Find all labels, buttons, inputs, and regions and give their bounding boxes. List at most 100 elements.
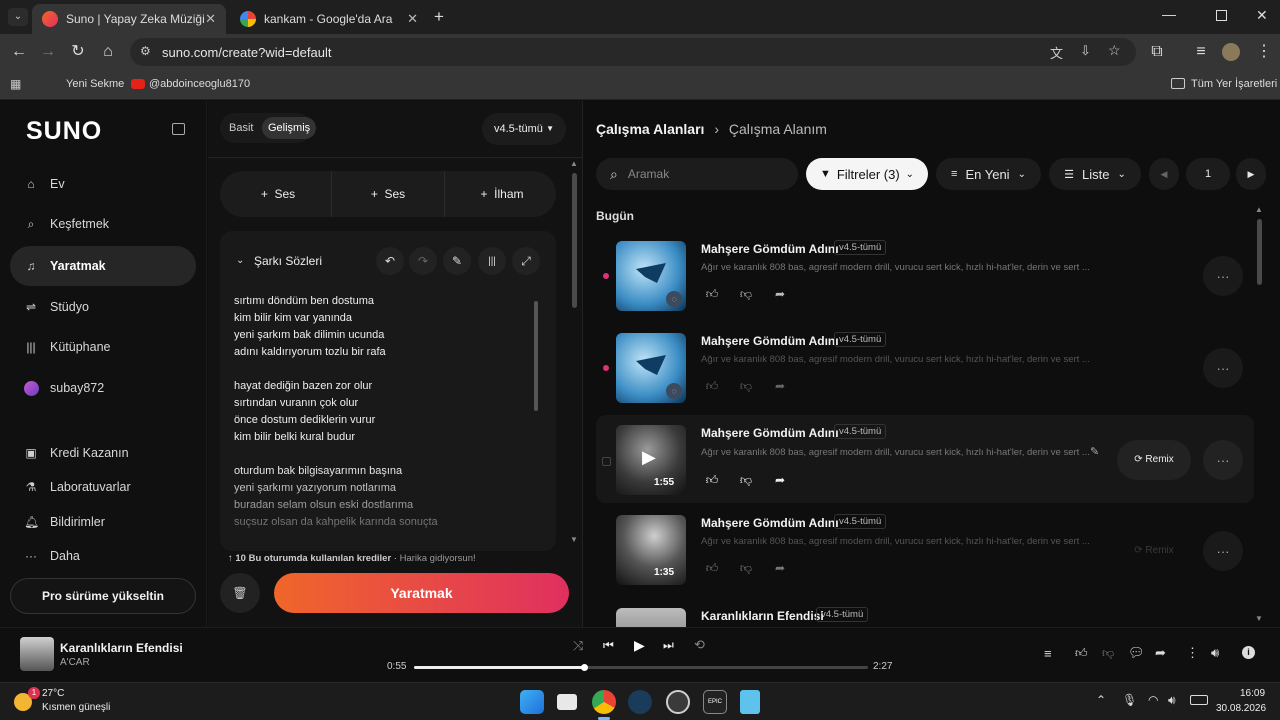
more-options-button[interactable]: ··· [1203, 348, 1243, 388]
song-row[interactable]: ▶ 1:55 Mahşere Gömdüm Adını v4.5-tümü Ağ… [596, 415, 1254, 503]
steam-icon[interactable] [628, 690, 652, 714]
share-icon[interactable]: ➦ [769, 561, 791, 576]
song-row[interactable]: 1:35 Mahşere Gömdüm Adını v4.5-tümü Ağır… [596, 511, 1254, 599]
profile-avatar[interactable] [1222, 43, 1240, 61]
now-playing-cover[interactable] [20, 637, 54, 671]
chrome-icon[interactable] [592, 690, 616, 714]
model-select[interactable]: v4.5-tümü ▼ [482, 113, 566, 145]
remix-button[interactable]: ⟳ Remix [1117, 440, 1191, 480]
scroll-down-icon[interactable]: ▼ [1255, 614, 1263, 623]
edit-icon[interactable]: ✎ [443, 247, 471, 275]
new-tab-button[interactable]: + [434, 7, 444, 27]
clock-time[interactable]: 16:09 [1240, 688, 1265, 699]
mode-advanced-button[interactable]: Gelişmiş [262, 117, 317, 139]
song-title[interactable]: Mahşere Gömdüm Adını [701, 242, 839, 256]
collapse-sidebar-icon[interactable] [172, 123, 185, 135]
forward-icon[interactable]: → [38, 42, 58, 62]
next-page-button[interactable]: ▶ [1236, 158, 1266, 190]
song-cover[interactable]: ◌ [616, 333, 686, 403]
song-cover[interactable] [616, 608, 686, 627]
comment-icon[interactable]: 💬︎ [1128, 645, 1145, 661]
microphone-icon[interactable]: 🎙︎ [1122, 693, 1137, 707]
sidebar-item-library[interactable]: ||| Kütüphane [10, 327, 196, 367]
dislike-icon[interactable]: 👎︎ [735, 379, 757, 394]
like-icon[interactable]: 👍︎ [1075, 646, 1088, 661]
sidebar-item-profile[interactable]: subay872 [10, 368, 196, 408]
song-cover[interactable]: ◌ [616, 241, 686, 311]
inspiration-button[interactable]: + İlham [452, 179, 552, 209]
minimize-icon[interactable]: — [1162, 6, 1176, 22]
bookmark-new-tab[interactable]: Yeni Sekme [66, 78, 124, 90]
more-options-button[interactable]: ··· [1203, 440, 1243, 480]
dislike-icon[interactable]: 👎︎ [1102, 646, 1114, 661]
suno-logo[interactable]: SUNO [26, 117, 102, 146]
sidebar-item-create[interactable]: ♫ Yaratmak [10, 246, 196, 286]
more-icon[interactable]: ⋮ [1186, 645, 1199, 661]
install-icon[interactable]: ⇩ [1080, 43, 1091, 59]
close-tab-icon[interactable]: ✕ [407, 11, 418, 27]
song-title[interactable]: Mahşere Gömdüm Adını [701, 426, 839, 440]
back-icon[interactable]: ← [9, 42, 29, 62]
dislike-icon[interactable]: 👎︎ [735, 561, 757, 576]
expand-icon[interactable]: ⤢ [512, 247, 540, 275]
apps-grid-icon[interactable]: ▦ [10, 77, 21, 91]
prev-page-button[interactable]: ◀ [1149, 158, 1179, 190]
battery-icon[interactable] [1190, 695, 1208, 705]
extensions-icon[interactable]: ⧉ [1147, 42, 1167, 62]
like-icon[interactable]: 👍︎ [701, 379, 723, 394]
shuffle-icon[interactable]: ⤨ [573, 638, 583, 654]
address-bar[interactable]: ⚙ suno.com/create?wid=default 文 ⇩ ☆ [130, 38, 1136, 66]
sidebar-item-labs[interactable]: ⚗ Laboratuvarlar [10, 467, 196, 507]
info-icon[interactable]: i [1242, 646, 1255, 659]
undo-icon[interactable]: ↶ [376, 247, 404, 275]
song-row[interactable]: Karanlıkların Efendisi v4.5-tümü [596, 604, 1254, 627]
task-view-icon[interactable] [557, 694, 577, 710]
add-audio-button[interactable]: + Ses [228, 179, 328, 209]
upgrade-button[interactable]: Pro sürüme yükseltin [10, 578, 196, 614]
library-icon[interactable]: ||| [478, 247, 506, 275]
song-cover[interactable]: ▶ 1:55 [616, 425, 686, 495]
add-voice-button[interactable]: + Ses [338, 179, 438, 209]
close-window-icon[interactable]: ✕ [1256, 7, 1268, 24]
dislike-icon[interactable]: 👎︎ [735, 287, 757, 302]
more-options-button[interactable]: ··· [1203, 256, 1243, 296]
home-icon[interactable]: ⌂ [98, 42, 118, 62]
all-bookmarks[interactable]: Tüm Yer İşaretleri [1191, 78, 1277, 90]
reload-icon[interactable]: ↻ [68, 42, 88, 62]
repeat-icon[interactable]: ⟲ [694, 637, 705, 653]
play-icon[interactable]: ▶ [634, 637, 645, 654]
site-info-icon[interactable]: ⚙ [140, 44, 151, 58]
weather-widget[interactable]: 1 27°C Kısmen güneşli [6, 687, 126, 717]
game-app-icon[interactable] [666, 690, 690, 714]
bookmark-channel[interactable]: @abdoinceoglu8170 [149, 78, 250, 90]
page-number[interactable]: 1 [1186, 158, 1230, 190]
tab-suno[interactable]: Suno | Yapay Zeka Müziği ✕ [32, 4, 226, 34]
clear-button[interactable]: 🗑︎ [220, 573, 260, 613]
remix-button[interactable]: ⟳ Remix [1117, 531, 1191, 571]
sidebar-item-studio[interactable]: ⇌ Stüdyo [10, 287, 196, 327]
scroll-up-icon[interactable]: ▲ [1255, 205, 1263, 214]
filters-button[interactable]: ▼ Filtreler (3) ⌄ [806, 158, 928, 190]
clock-date[interactable]: 30.08.2026 [1216, 703, 1266, 714]
breadcrumb-root[interactable]: Çalışma Alanları [596, 121, 704, 137]
search-field[interactable]: ⌕ Aramak [596, 158, 798, 190]
windows-start-icon[interactable] [520, 690, 544, 714]
scroll-down-icon[interactable]: ▼ [570, 535, 578, 544]
like-icon[interactable]: 👍︎ [701, 561, 723, 576]
more-options-button[interactable]: ··· [1203, 531, 1243, 571]
panel-scrollbar[interactable] [572, 173, 577, 308]
song-title[interactable]: Karanlıkların Efendisi [701, 609, 824, 623]
tab-google[interactable]: kankam - Google'da Ara ✕ [230, 4, 428, 34]
browser-menu-icon[interactable]: ⋮ [1254, 42, 1274, 62]
queue-icon[interactable]: ≡ [1044, 646, 1052, 661]
song-cover[interactable]: 1:35 [616, 515, 686, 585]
wifi-icon[interactable]: ◠ [1148, 693, 1158, 707]
like-icon[interactable]: 👍︎ [701, 287, 723, 302]
scroll-up-icon[interactable]: ▲ [570, 159, 578, 168]
mode-simple-button[interactable]: Basit [229, 122, 253, 134]
view-button[interactable]: ☰ Liste ⌄ [1049, 158, 1141, 190]
translate-icon[interactable]: 文 [1050, 43, 1063, 62]
speaker-icon[interactable]: 🔊︎ [1168, 693, 1176, 708]
share-icon[interactable]: ➦ [1155, 645, 1166, 661]
restore-icon[interactable] [1216, 10, 1227, 21]
